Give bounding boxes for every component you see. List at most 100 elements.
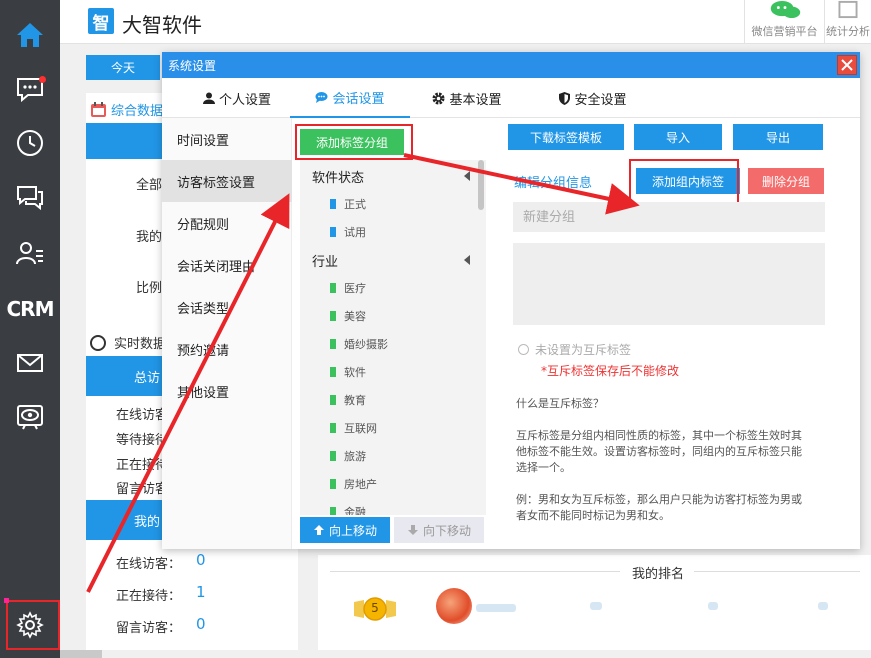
move-down-label: 向下移动 xyxy=(422,523,471,538)
dialog-header[interactable]: 系统设置 xyxy=(162,52,860,78)
tab-label: 个人设置 xyxy=(218,92,271,108)
row-online: 在线访客 xyxy=(116,408,169,423)
tag-item[interactable]: 医疗 xyxy=(330,280,366,296)
shield-icon xyxy=(559,91,571,105)
collapse-caret-icon[interactable] xyxy=(464,255,470,265)
ranking-divider-right xyxy=(694,571,860,572)
menu-visitor-tag-settings[interactable]: 访客标签设置 xyxy=(162,160,292,202)
tag-item[interactable]: 旅游 xyxy=(330,448,366,464)
eye-icon[interactable] xyxy=(0,392,60,442)
tag-label: 软件 xyxy=(344,366,366,379)
label-ratio: 比例 xyxy=(136,281,163,296)
move-up-button[interactable]: 向上移动 xyxy=(300,517,390,543)
app-title: 大智软件 xyxy=(122,13,202,37)
move-down-button[interactable]: 向下移动 xyxy=(394,517,484,543)
tab-label: 安全设置 xyxy=(574,92,627,108)
avatar xyxy=(436,588,472,624)
tag-label: 金融 xyxy=(344,506,366,515)
help-body: 互斥标签是分组内相同性质的标签，其中一个标签生效时其他标签不能生效。设置访客标签… xyxy=(516,429,802,474)
wechat-icon xyxy=(770,0,800,19)
menu-time-settings[interactable]: 时间设置 xyxy=(162,118,292,160)
mail-icon[interactable] xyxy=(0,338,60,388)
dialog-tabs: 个人设置 会话设置 基本设置 安全设置 xyxy=(162,78,860,118)
row-message: 留言访客 xyxy=(116,482,169,497)
crm-label: CRM xyxy=(6,297,55,321)
tag-item[interactable]: 软件 xyxy=(330,364,366,380)
blurred-value xyxy=(590,602,602,610)
total-bar-label: 总访 xyxy=(133,370,160,386)
chat-icon[interactable] xyxy=(0,172,60,222)
left-sidebar: CRM xyxy=(0,0,60,658)
tag-item[interactable]: 正式 xyxy=(330,196,366,212)
today-tab[interactable]: 今天 xyxy=(86,55,160,80)
tag-label: 医疗 xyxy=(344,282,366,295)
tag-label: 旅游 xyxy=(344,450,366,463)
total-bar: 总访 xyxy=(86,356,162,396)
tag-color-marker xyxy=(330,367,336,377)
tag-color-marker xyxy=(330,283,336,293)
comprehensive-header-bar xyxy=(86,123,162,159)
my-online-label: 在线访客： xyxy=(116,557,182,572)
tag-item[interactable]: 互联网 xyxy=(330,420,377,436)
tag-label: 婚纱摄影 xyxy=(344,338,388,351)
tag-list-scrollbar[interactable] xyxy=(478,160,484,210)
clock-icon[interactable] xyxy=(0,118,60,168)
label-all: 全部 xyxy=(136,178,163,193)
my-online-value: 0 xyxy=(196,551,206,569)
collapse-caret-icon[interactable] xyxy=(464,171,470,181)
export-button[interactable]: 导出 xyxy=(733,124,823,150)
mutex-option-label: 未设置为互斥标签 xyxy=(535,343,632,357)
tag-group-industry[interactable]: 行业 xyxy=(312,251,338,270)
tag-item[interactable]: 美容 xyxy=(330,308,366,324)
delete-group-button[interactable]: 删除分组 xyxy=(748,168,824,194)
tab-label: 会话设置 xyxy=(332,91,385,107)
mutex-radio[interactable] xyxy=(518,344,529,355)
home-icon[interactable] xyxy=(0,10,60,60)
blurred-value xyxy=(818,602,828,610)
medal-rank: 5 xyxy=(371,601,379,615)
mutex-option[interactable]: 未设置为互斥标签 xyxy=(518,341,631,358)
tag-group-list: 软件状态 正式 试用 行业 医疗 美容 婚纱摄影 软件 教育 互联网 旅游 房地… xyxy=(300,160,486,515)
crm-item[interactable]: CRM xyxy=(0,284,60,334)
wechat-marketing-link[interactable]: 微信营销平台 xyxy=(744,0,824,44)
tag-label: 互联网 xyxy=(344,422,377,435)
menu-assignment-rules[interactable]: 分配规则 xyxy=(162,202,292,244)
contacts-icon[interactable] xyxy=(0,228,60,278)
tag-group-software-status[interactable]: 软件状态 xyxy=(312,167,364,186)
tab-session-settings[interactable]: 会话设置 xyxy=(290,78,410,118)
tag-color-marker xyxy=(330,339,336,349)
menu-other-settings[interactable]: 其他设置 xyxy=(162,370,292,412)
group-description-area[interactable] xyxy=(513,243,825,325)
close-button[interactable] xyxy=(837,55,857,75)
gear-icon xyxy=(432,92,445,104)
download-template-button[interactable]: 下载标签模板 xyxy=(508,124,624,150)
tag-item[interactable]: 试用 xyxy=(330,224,366,240)
annotation-gear-highlight xyxy=(6,600,60,650)
calendar-icon xyxy=(91,102,106,117)
message-icon[interactable] xyxy=(0,64,60,114)
group-name-input[interactable] xyxy=(513,202,825,232)
menu-close-reasons[interactable]: 会话关闭理由 xyxy=(162,244,292,286)
statistics-icon xyxy=(838,0,858,19)
user-icon xyxy=(202,92,215,104)
tag-item[interactable]: 房地产 xyxy=(330,476,377,492)
import-button[interactable]: 导入 xyxy=(634,124,722,150)
tag-item[interactable]: 教育 xyxy=(330,392,366,408)
menu-appointment-invite[interactable]: 预约邀请 xyxy=(162,328,292,370)
tag-label: 美容 xyxy=(344,310,366,323)
chat-bubble-icon xyxy=(315,92,328,103)
menu-session-types[interactable]: 会话类型 xyxy=(162,286,292,328)
system-settings-dialog: 系统设置 个人设置 会话设置 基本设置 安全设置 时间设置 访客标签设置 分配规… xyxy=(162,52,860,549)
tag-item[interactable]: 金融 xyxy=(330,504,366,515)
tab-personal-settings[interactable]: 个人设置 xyxy=(182,78,292,118)
tab-basic-settings[interactable]: 基本设置 xyxy=(412,78,522,118)
tag-color-marker xyxy=(330,451,336,461)
top-bar: 智 大智软件 微信营销平台 统计分析 xyxy=(60,0,871,44)
statistics-link[interactable]: 统计分析 xyxy=(824,0,871,44)
mine-bar-label: 我的 xyxy=(133,514,160,530)
tag-item[interactable]: 婚纱摄影 xyxy=(330,336,388,352)
notification-dot xyxy=(39,76,46,83)
help-example: 例：男和女为互斥标签，那么用户只能为访客打标签为男或者女而不能同时标记为男和女。 xyxy=(516,493,802,522)
tab-security-settings[interactable]: 安全设置 xyxy=(538,78,648,118)
comprehensive-title: 综合数据 xyxy=(90,100,163,119)
